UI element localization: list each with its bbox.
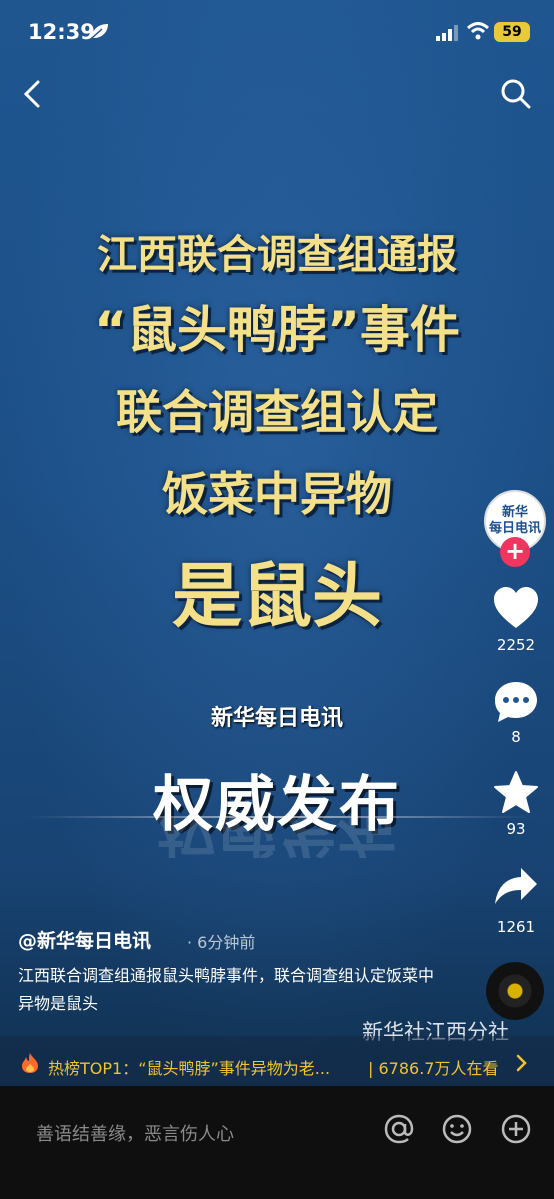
at-icon[interactable] [382,1112,416,1146]
status-time: 12:39 [28,20,95,44]
share-count: 1261 [496,918,536,936]
like-button[interactable] [488,586,544,634]
music-disc[interactable] [486,962,544,1020]
hot-topic-text[interactable]: 热榜TOP1：“鼠头鸭脖”事件异物为老... [48,1055,330,1079]
headline-line-2: “鼠头鸭脖”事件 [94,301,460,359]
avatar-text-2: 每日电讯 [488,521,541,536]
headline-line-4: 饭菜中异物 [162,467,392,521]
favorite-button[interactable] [488,770,544,818]
avatar-text-1: 新华 [501,505,528,520]
headline-line-1: 江西联合调查组通报 [97,232,457,278]
publisher-logo-text: 新华每日电讯 [210,705,343,731]
star-icon [494,771,538,813]
heart-icon [494,587,538,628]
release-reflection: 权威发布 [157,818,397,858]
like-count: 2252 [496,636,536,654]
search-icon [501,79,531,109]
leaf-icon [90,22,110,44]
comment-count: 8 [511,728,521,746]
favorite-count: 93 [506,820,526,838]
back-icon [23,80,40,108]
emoji-icon[interactable] [440,1112,474,1146]
plus-icon[interactable] [499,1112,533,1146]
headline-line-3: 联合调查组认定 [116,385,438,439]
follow-button[interactable]: + [500,537,530,567]
author-name[interactable]: @新华每日电讯 [18,926,151,953]
video-player[interactable]: 12:39 59 江西联合调查组通报 “鼠头鸭脖”事件 联合调查组认定 饭菜中异… [0,0,554,1086]
comment-icon [495,682,537,722]
comment-input[interactable]: 善语结善缘，恶言伤人心 [36,1120,234,1146]
share-button[interactable] [488,866,544,912]
search-button[interactable] [496,76,536,112]
post-description: 江西联合调查组通报鼠头鸭脖事件，联合调查组认定饭菜中异物是鼠头 [18,966,435,1013]
post-age: · 6分钟前 [187,933,256,952]
comment-button[interactable] [488,680,544,728]
share-icon [495,868,537,904]
signal-icon [436,25,458,45]
wifi-icon [466,22,490,44]
status-bar: 12:39 59 [0,0,554,64]
fire-icon [20,1052,40,1078]
battery-indicator: 59 [494,22,530,42]
headline-line-5: 是鼠头 [172,555,382,637]
chevron-right-icon[interactable] [512,1052,532,1078]
hot-topic-viewers: | 6786.7万人在看 [368,1059,499,1078]
back-button[interactable] [18,76,50,112]
